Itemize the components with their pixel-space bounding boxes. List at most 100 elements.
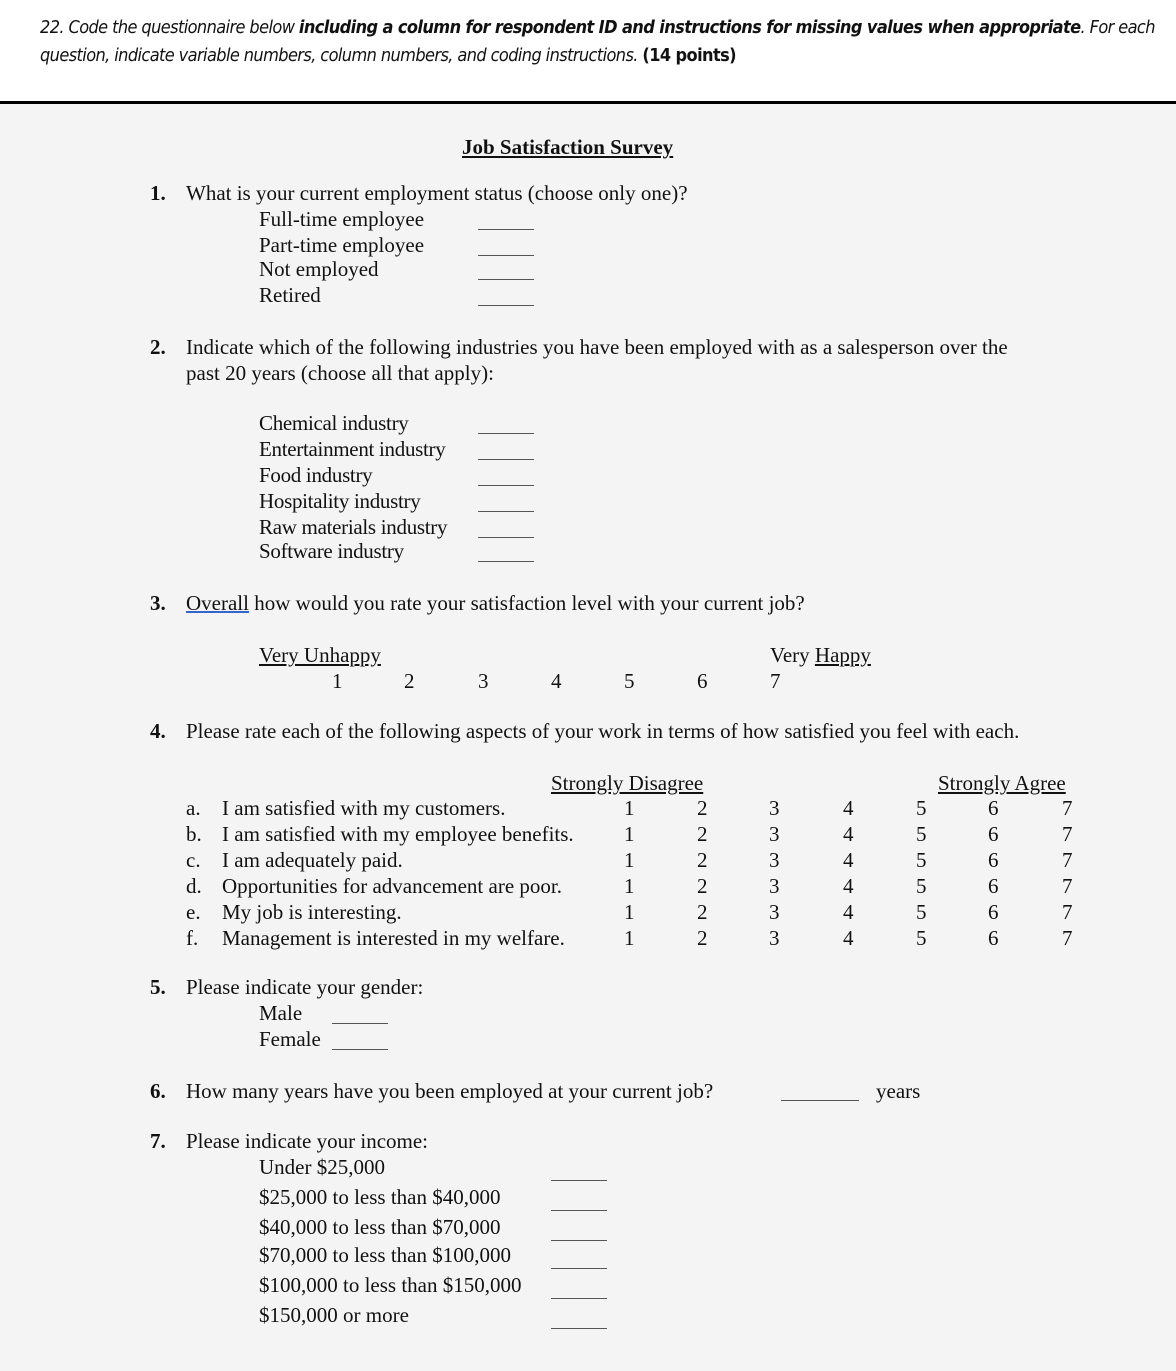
- q7-option-blank[interactable]: [551, 1328, 607, 1329]
- q4-rating-option[interactable]: 4: [843, 874, 854, 898]
- q4-rating-option[interactable]: 7: [1062, 796, 1073, 820]
- q7-option-blank[interactable]: [551, 1240, 607, 1241]
- q4-rating-option[interactable]: 6: [988, 926, 999, 950]
- q4-item-text: Management is interested in my welfare.: [222, 926, 565, 950]
- q6-text: How many years have you been employed at…: [186, 1079, 714, 1103]
- q4-rating-option[interactable]: 4: [843, 796, 854, 820]
- q3-high-label-a: Very: [770, 643, 815, 667]
- q2-option-label: Software industry: [259, 539, 404, 563]
- q7-option-blank[interactable]: [551, 1210, 607, 1211]
- q4-rating-option[interactable]: 5: [916, 848, 927, 872]
- q4-rating-option[interactable]: 2: [697, 822, 708, 846]
- q2-option-label: Food industry: [259, 463, 373, 487]
- q3-scale-point[interactable]: 7: [770, 669, 781, 693]
- q4-rating-option[interactable]: 4: [843, 900, 854, 924]
- q3-scale-point[interactable]: 5: [624, 669, 635, 693]
- q7-option-label: $150,000 or more: [259, 1303, 409, 1327]
- q2-option-blank[interactable]: [478, 485, 534, 486]
- q4-rating-option[interactable]: 3: [769, 900, 780, 924]
- q1-text: What is your current employment status (…: [186, 181, 688, 205]
- q1-option-label: Not employed: [259, 257, 379, 281]
- q4-rating-option[interactable]: 1: [624, 848, 635, 872]
- q2-option-blank[interactable]: [478, 511, 534, 512]
- q1-option-label: Part-time employee: [259, 233, 425, 257]
- q4-rating-option[interactable]: 1: [624, 796, 635, 820]
- q4-rating-option[interactable]: 4: [843, 926, 854, 950]
- q2-option-blank[interactable]: [478, 459, 534, 460]
- q4-rating-option[interactable]: 5: [916, 822, 927, 846]
- q7-option-label: $25,000 to less than $40,000: [259, 1185, 501, 1209]
- q4-high-label: Strongly Agree: [938, 771, 1066, 795]
- q7-option-blank[interactable]: [551, 1180, 607, 1181]
- q5-option-label: Male: [259, 1001, 303, 1025]
- q4-rating-option[interactable]: 2: [697, 874, 708, 898]
- q7-option-label: $40,000 to less than $70,000: [259, 1215, 501, 1239]
- q4-low-label: Strongly Disagree: [551, 771, 704, 795]
- q4-rating-option[interactable]: 6: [988, 848, 999, 872]
- q1-option-blank[interactable]: [478, 305, 534, 306]
- prompt-text-1: 22. Code the questionnaire below: [40, 17, 299, 38]
- q2-option-label: Hospitality industry: [259, 489, 421, 513]
- q4-rating-option[interactable]: 4: [843, 848, 854, 872]
- q6-answer-blank[interactable]: [781, 1100, 859, 1101]
- q4-rating-option[interactable]: 1: [624, 822, 635, 846]
- q3-scale-point[interactable]: 1: [332, 669, 343, 693]
- question-prompt: 22. Code the questionnaire below includi…: [40, 14, 1160, 70]
- q5-option-blank[interactable]: [332, 1023, 388, 1024]
- survey-page: Job Satisfaction Survey 1. What is your …: [0, 104, 1176, 1371]
- q4-rating-option[interactable]: 2: [697, 926, 708, 950]
- q7-option-blank[interactable]: [551, 1268, 607, 1269]
- q7-option-label: $70,000 to less than $100,000: [259, 1243, 511, 1267]
- q4-rating-option[interactable]: 3: [769, 926, 780, 950]
- q3-high-label-b: Happy: [814, 643, 871, 667]
- q4-rating-option[interactable]: 7: [1062, 822, 1073, 846]
- q4-number: 4.: [150, 719, 166, 743]
- q4-rating-option[interactable]: 6: [988, 796, 999, 820]
- q4-rating-option[interactable]: 7: [1062, 848, 1073, 872]
- q5-option-blank[interactable]: [332, 1049, 388, 1050]
- q7-option-blank[interactable]: [551, 1298, 607, 1299]
- q4-item-text: Opportunities for advancement are poor.: [222, 874, 562, 898]
- q4-rating-option[interactable]: 3: [769, 874, 780, 898]
- q1-option-blank[interactable]: [478, 279, 534, 280]
- q4-rating-option[interactable]: 7: [1062, 900, 1073, 924]
- q2-option-blank[interactable]: [478, 537, 534, 538]
- q4-item-letter: c.: [186, 848, 201, 872]
- q1-option-blank[interactable]: [478, 255, 534, 256]
- q5-option-label: Female: [259, 1027, 321, 1051]
- q3-scale-point[interactable]: 6: [697, 669, 708, 693]
- q4-rating-option[interactable]: 5: [916, 926, 927, 950]
- q3-scale-point[interactable]: 3: [478, 669, 489, 693]
- q4-rating-option[interactable]: 3: [769, 822, 780, 846]
- q4-rating-option[interactable]: 6: [988, 900, 999, 924]
- q4-rating-option[interactable]: 7: [1062, 926, 1073, 950]
- prompt-emphasis: including a column for respondent ID and…: [298, 17, 1081, 38]
- q3-scale-point[interactable]: 4: [551, 669, 562, 693]
- q4-rating-option[interactable]: 5: [916, 796, 927, 820]
- q1-number: 1.: [150, 181, 166, 205]
- q4-rating-option[interactable]: 5: [916, 900, 927, 924]
- q4-rating-option[interactable]: 7: [1062, 874, 1073, 898]
- q4-rating-option[interactable]: 5: [916, 874, 927, 898]
- q2-option-blank[interactable]: [478, 561, 534, 562]
- q4-rating-option[interactable]: 2: [697, 848, 708, 872]
- q4-rating-option[interactable]: 1: [624, 926, 635, 950]
- q4-rating-option[interactable]: 1: [624, 874, 635, 898]
- q4-rating-option[interactable]: 2: [697, 796, 708, 820]
- q4-item-text: My job is interesting.: [222, 900, 402, 924]
- q4-rating-option[interactable]: 1: [624, 900, 635, 924]
- q3-scale-point[interactable]: 2: [404, 669, 415, 693]
- q1-option-blank[interactable]: [478, 229, 534, 230]
- q5-text: Please indicate your gender:: [186, 975, 424, 999]
- q2-option-label: Raw materials industry: [259, 515, 448, 539]
- q4-rating-option[interactable]: 2: [697, 900, 708, 924]
- q4-rating-option[interactable]: 4: [843, 822, 854, 846]
- q2-text-line-1: Indicate which of the following industri…: [186, 335, 1008, 359]
- q4-rating-option[interactable]: 6: [988, 874, 999, 898]
- q4-rating-option[interactable]: 6: [988, 822, 999, 846]
- q4-rating-option[interactable]: 3: [769, 848, 780, 872]
- q4-item-text: I am satisfied with my customers.: [222, 796, 506, 820]
- q2-option-blank[interactable]: [478, 433, 534, 434]
- q3-text-rest: how would you rate your satisfaction lev…: [248, 591, 805, 615]
- q4-rating-option[interactable]: 3: [769, 796, 780, 820]
